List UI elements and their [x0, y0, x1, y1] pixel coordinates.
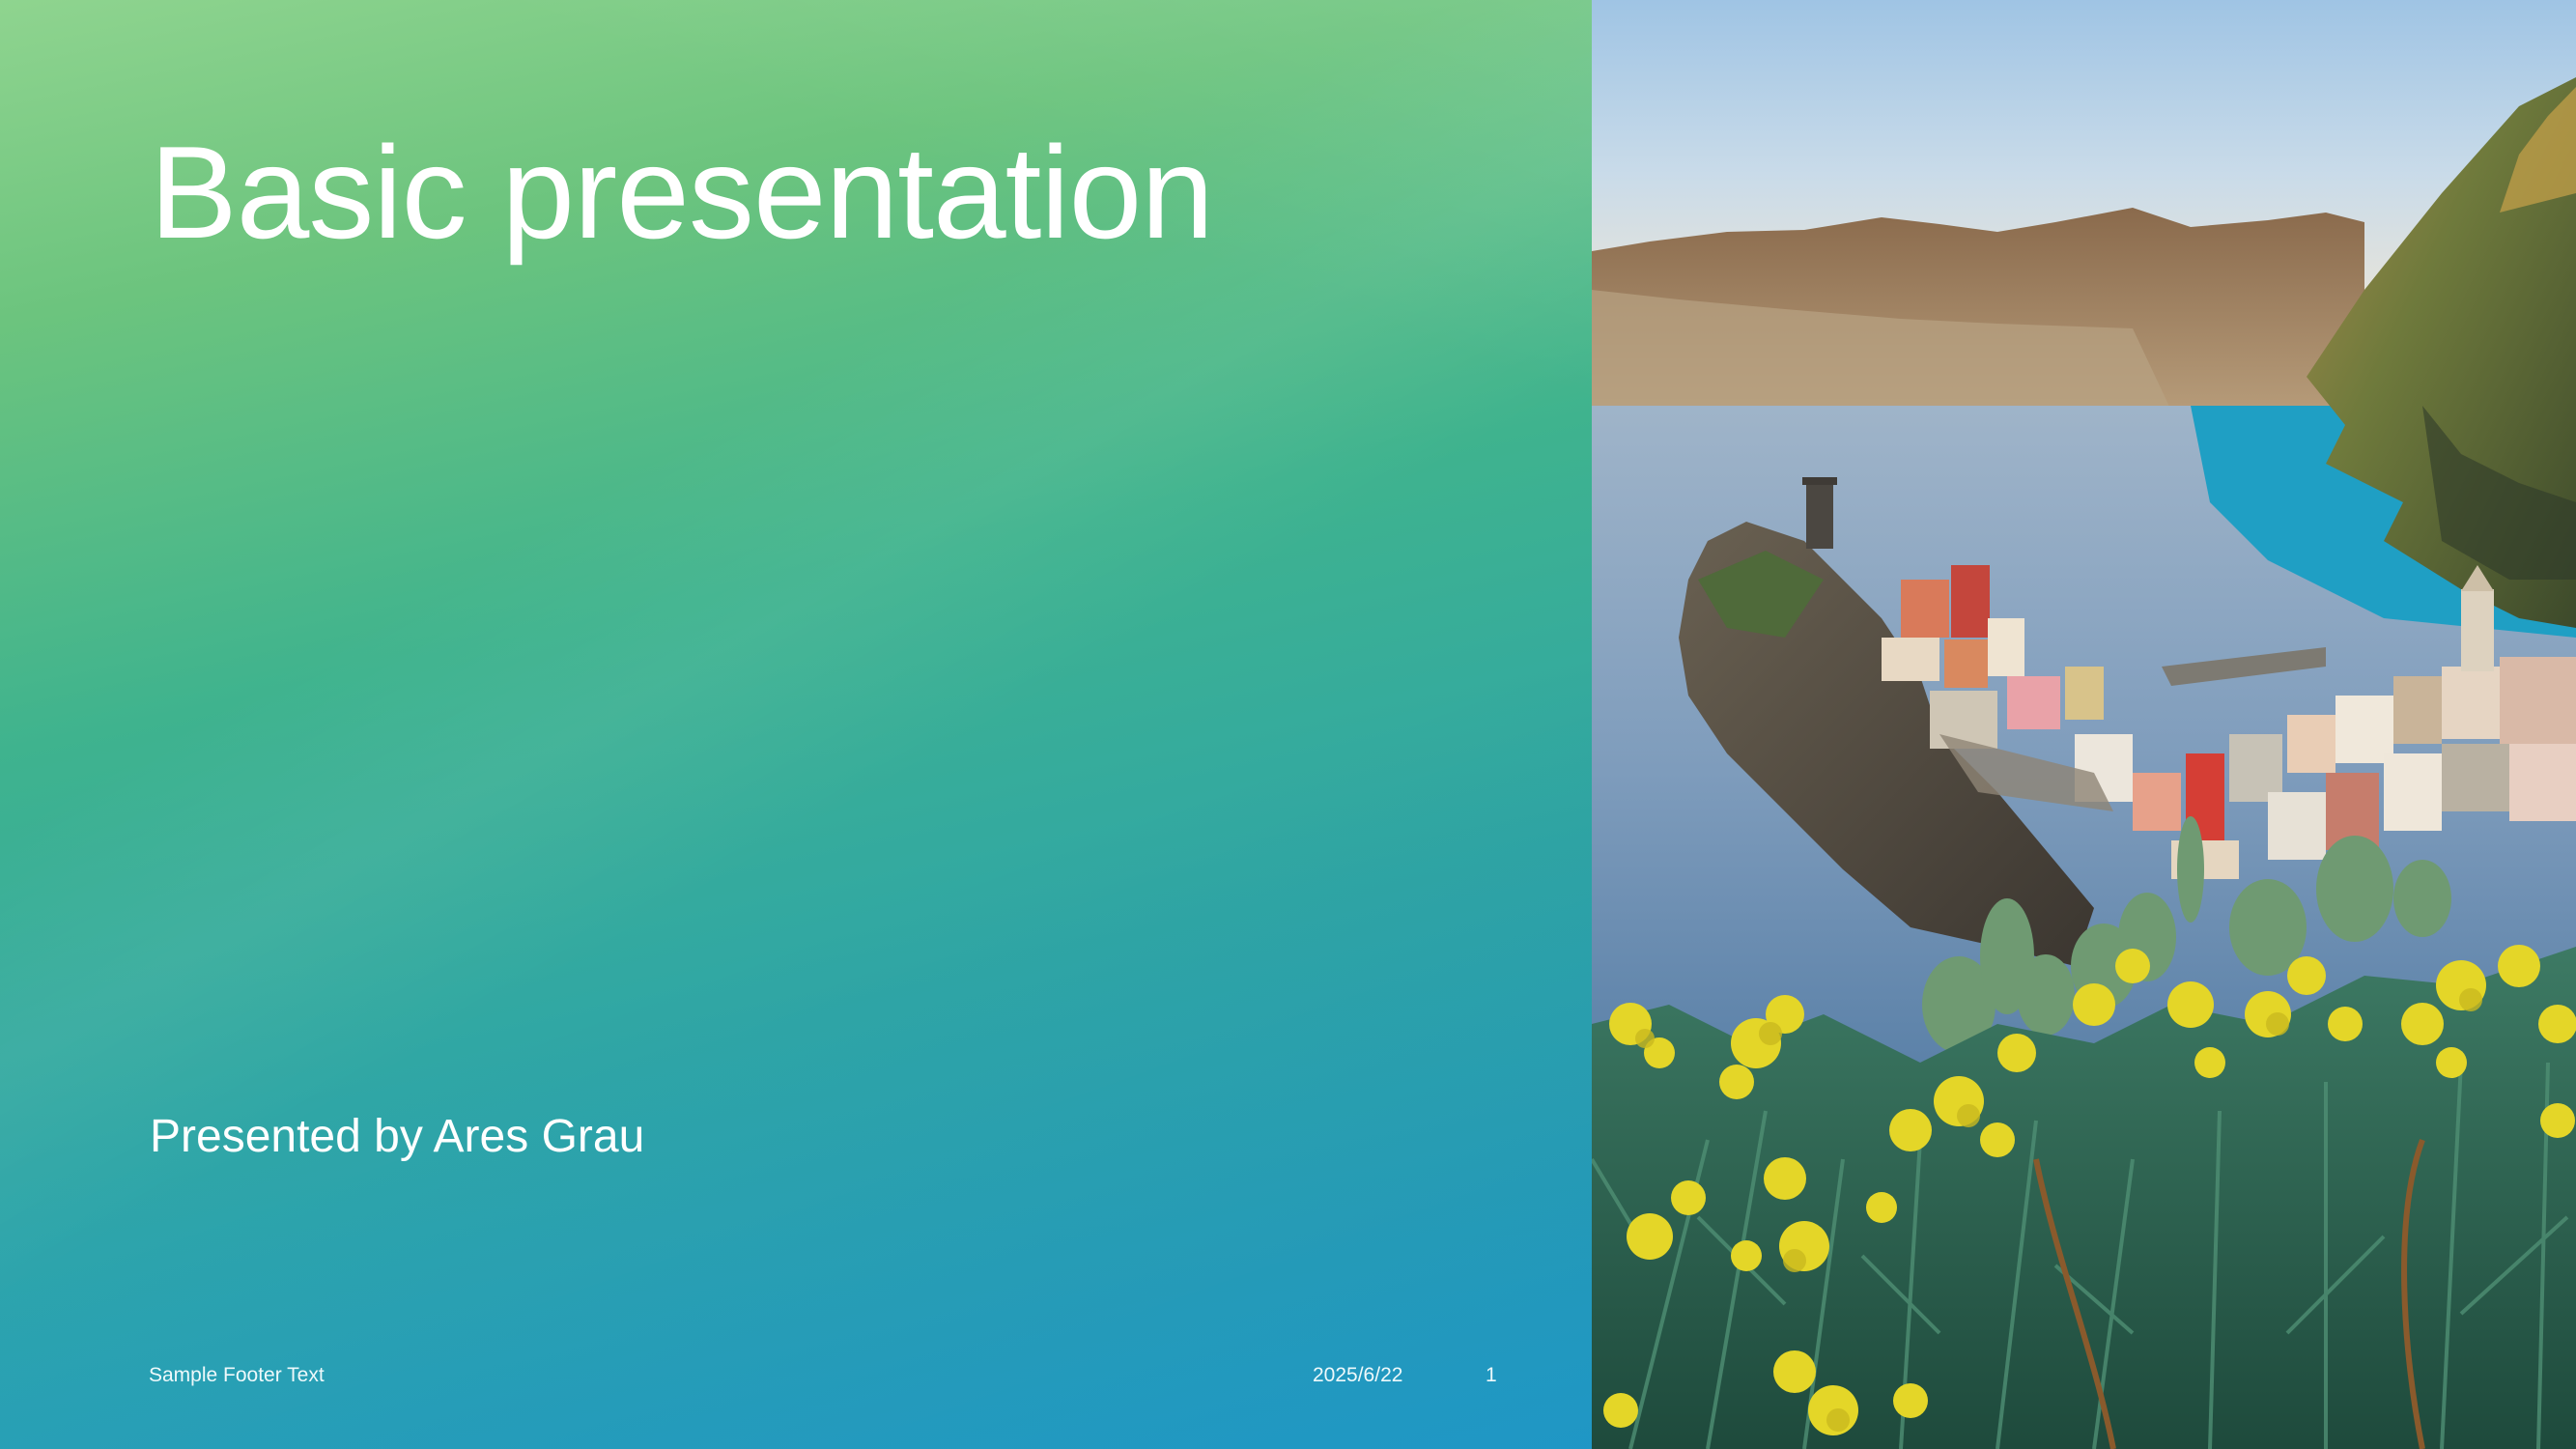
- slide-subtitle[interactable]: Presented by Ares Grau: [150, 1109, 644, 1165]
- page-number[interactable]: 1: [1486, 1363, 1497, 1387]
- photo-illustration: [1592, 0, 2576, 1449]
- footer-date[interactable]: 2025/6/22: [1313, 1363, 1402, 1387]
- slide: Basic presentation Presented by Ares Gra…: [0, 0, 2576, 1449]
- coastal-village-photo[interactable]: [1592, 0, 2576, 1449]
- slide-title[interactable]: Basic presentation: [150, 114, 1214, 271]
- footer-text[interactable]: Sample Footer Text: [149, 1363, 325, 1387]
